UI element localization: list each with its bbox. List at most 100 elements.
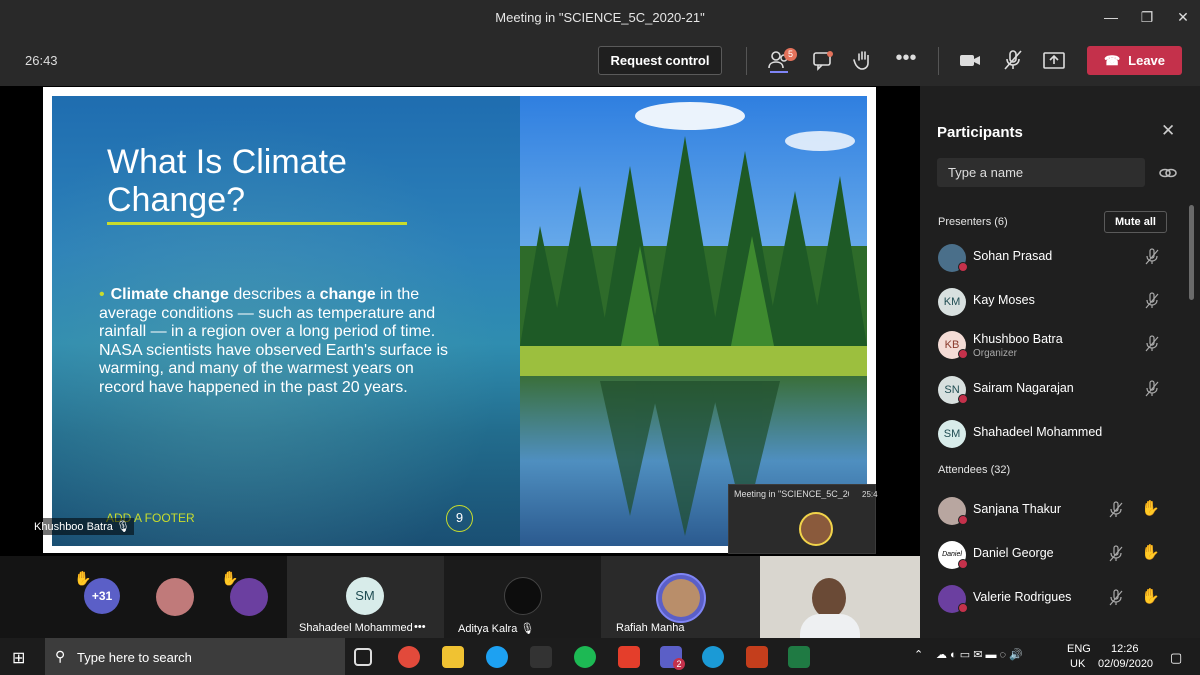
- bullet-text-1: describes a: [228, 286, 320, 303]
- raised-hand-icon: ✋: [221, 570, 239, 586]
- tile-name: Shahadeel Mohammed: [299, 622, 413, 634]
- participant-video-avatar[interactable]: [156, 578, 194, 616]
- taskbar-search-placeholder: Type here to search: [77, 650, 192, 665]
- attendees-header[interactable]: Attendees (32): [938, 464, 1010, 476]
- status-dot: [958, 262, 968, 272]
- search-icon: ⚲: [55, 648, 66, 664]
- language-ind-1[interactable]: ENG: [1067, 643, 1091, 655]
- mic-muted-icon: 🎙︎: [520, 623, 535, 635]
- status-dot: [958, 515, 968, 525]
- excel-icon[interactable]: [788, 646, 810, 668]
- mic-muted-icon[interactable]: [1108, 589, 1124, 607]
- close-window-button[interactable]: ✕: [1172, 6, 1194, 28]
- slide-title-line2: Change?: [107, 181, 246, 219]
- participant-row[interactable]: KM Kay Moses: [936, 284, 1176, 324]
- participant-row[interactable]: SN Sairam Nagarajan: [936, 372, 1176, 412]
- windows-start-icon[interactable]: ⊞: [12, 648, 25, 668]
- raise-hand-icon[interactable]: [851, 47, 877, 73]
- mic-muted-icon[interactable]: [1000, 47, 1026, 73]
- avatar: SM: [346, 577, 384, 615]
- presenter-name: Khushboo Batra: [34, 521, 113, 533]
- minimize-button[interactable]: —: [1100, 6, 1122, 28]
- phone-hangup-icon: ☎: [1103, 53, 1121, 68]
- more-actions-icon[interactable]: •••: [893, 47, 919, 73]
- tray-icons[interactable]: ☁ ◐ ▭ ✉ ▬ ◌ 🔊: [936, 648, 1023, 661]
- mic-muted-icon[interactable]: [1144, 335, 1160, 353]
- camera-icon[interactable]: [957, 47, 983, 73]
- mic-muted-icon: 🎙︎: [115, 521, 130, 533]
- leave-label: Leave: [1128, 53, 1166, 68]
- video-tile[interactable]: Aditya Kalra 🎙︎: [444, 556, 601, 638]
- participant-row[interactable]: SM Shahadeel Mohammed: [936, 416, 1176, 456]
- self-video-tile[interactable]: [760, 556, 920, 638]
- participant-name: Sohan Prasad: [973, 249, 1053, 263]
- leave-button[interactable]: ☎ Leave: [1087, 46, 1182, 75]
- clock-time[interactable]: 12:26: [1111, 643, 1139, 655]
- clock-date[interactable]: 02/09/2020: [1098, 658, 1153, 670]
- slide-title-line1: What Is Climate: [107, 143, 347, 181]
- status-dot: [958, 603, 968, 613]
- mini-window-time: 25:4: [862, 490, 878, 499]
- twitter-icon[interactable]: [486, 646, 508, 668]
- mute-all-button[interactable]: Mute all: [1104, 211, 1167, 233]
- bullet-bold-2: change: [319, 286, 376, 303]
- tile-name-wrap: Aditya Kalra 🎙︎: [458, 622, 534, 635]
- edge-icon[interactable]: [702, 646, 724, 668]
- slide-title: What Is Climate Change?: [107, 143, 437, 219]
- bullet-dot: •: [99, 286, 105, 303]
- notifications-icon[interactable]: ▢: [1170, 650, 1182, 666]
- share-invite-icon[interactable]: [1158, 163, 1178, 183]
- tray-chevron-icon[interactable]: ⌃: [914, 648, 923, 661]
- participant-name: Khushboo Batra: [973, 332, 1063, 346]
- chat-icon[interactable]: [810, 47, 836, 73]
- file-explorer-icon[interactable]: [442, 646, 464, 668]
- share-tray-icon[interactable]: [1041, 47, 1067, 73]
- teams-badge: 2: [673, 658, 685, 670]
- participant-row[interactable]: Sohan Prasad: [936, 240, 1176, 280]
- mic-muted-icon[interactable]: [1144, 292, 1160, 310]
- video-tile[interactable]: Rafiah Manha: [601, 556, 760, 638]
- tile-more-icon[interactable]: •••: [414, 621, 426, 633]
- mic-muted-icon[interactable]: [1108, 501, 1124, 519]
- bullet-bold-1: Climate change: [110, 286, 229, 303]
- powerpoint-icon[interactable]: [746, 646, 768, 668]
- participants-title: Participants: [937, 124, 1023, 141]
- raised-hand-icon: ✋: [1141, 588, 1160, 605]
- participant-row[interactable]: Daniel Daniel George ✋: [936, 537, 1176, 577]
- mic-muted-icon[interactable]: [1108, 545, 1124, 563]
- toolbar-divider: [746, 47, 747, 75]
- meeting-timer: 26:43: [25, 53, 58, 68]
- participant-row[interactable]: KB Khushboo Batra Organizer: [936, 327, 1176, 367]
- tile-name: Aditya Kalra: [458, 623, 518, 635]
- participant-row[interactable]: Sanjana Thakur ✋: [936, 493, 1176, 533]
- panel-scrollbar[interactable]: [1189, 205, 1194, 300]
- chrome-icon[interactable]: [398, 646, 420, 668]
- taskbar-search[interactable]: ⚲ Type here to search: [45, 638, 345, 675]
- language-ind-2[interactable]: UK: [1070, 658, 1085, 670]
- avatar: [504, 577, 542, 615]
- mic-muted-icon[interactable]: [1144, 380, 1160, 398]
- mic-muted-icon[interactable]: [1144, 248, 1160, 266]
- request-control-button[interactable]: Request control: [598, 46, 722, 75]
- presenters-header[interactable]: Presenters (6): [938, 216, 1008, 228]
- title-underline: [107, 222, 407, 225]
- app-icon[interactable]: [530, 646, 552, 668]
- avatar: SM: [938, 420, 966, 448]
- video-tile[interactable]: SM Shahadeel Mohammed •••: [287, 556, 444, 638]
- mini-window-title: Meeting in "SCIENCE_5C_20...: [734, 489, 849, 499]
- avatar: [656, 573, 706, 623]
- slide-page-number: 9: [446, 505, 473, 532]
- slide-bullet: • Climate change describes a change in th…: [99, 286, 459, 397]
- task-view-icon[interactable]: [354, 648, 372, 666]
- participants-badge: 5: [784, 48, 797, 61]
- maximize-button[interactable]: ❐: [1136, 6, 1158, 28]
- self-video-person: [812, 578, 846, 618]
- participant-row[interactable]: Valerie Rodrigues ✋: [936, 581, 1176, 621]
- spotify-icon[interactable]: [574, 646, 596, 668]
- raised-hand-icon: ✋: [74, 570, 92, 586]
- participant-search-input[interactable]: Type a name: [937, 158, 1145, 187]
- office-icon[interactable]: [618, 646, 640, 668]
- close-panel-icon[interactable]: ✕: [1161, 121, 1175, 141]
- slide-forest-image: [520, 96, 867, 546]
- status-dot: [958, 559, 968, 569]
